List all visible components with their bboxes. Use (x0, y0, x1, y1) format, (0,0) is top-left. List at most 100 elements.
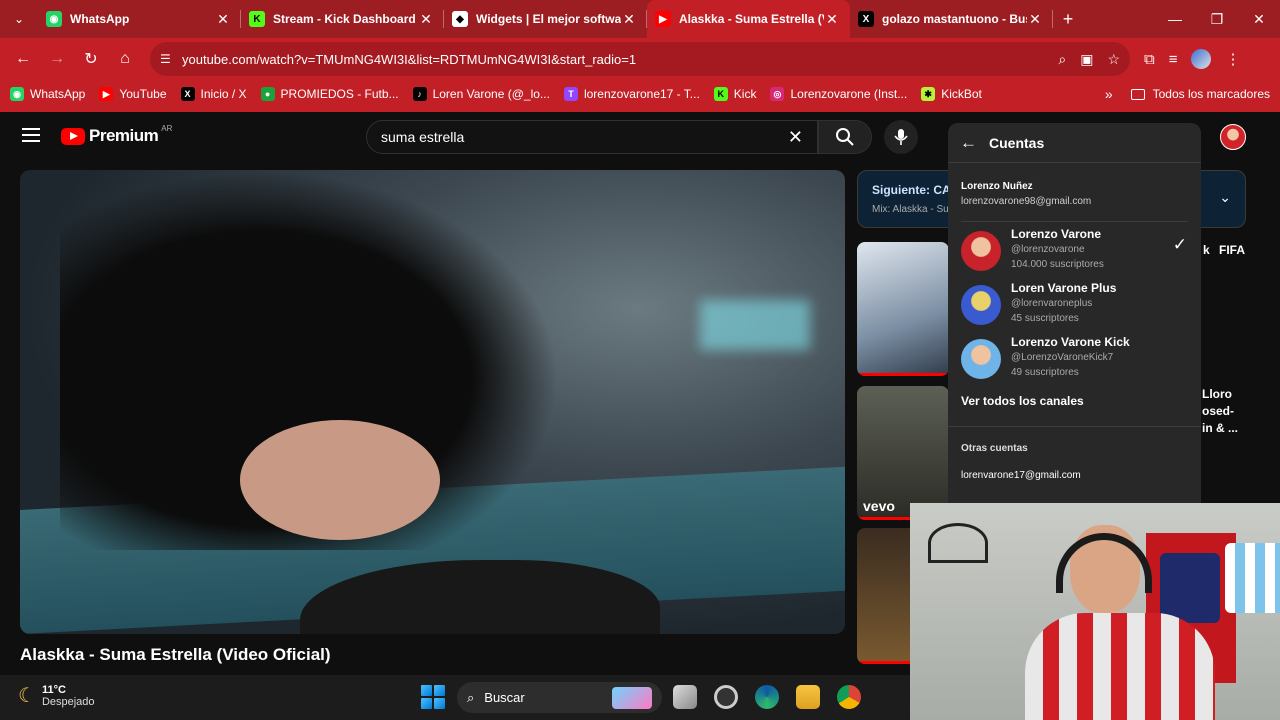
chevron-down-icon[interactable]: ⌄ (1219, 189, 1231, 206)
close-tab-icon[interactable]: ✕ (215, 11, 231, 28)
bookmark-label: Lorenzovarone (Inst... (790, 87, 908, 101)
file-explorer-icon[interactable] (796, 685, 820, 709)
bookmark-item[interactable]: Tlorenzovarone17 - T... (563, 87, 700, 101)
tab[interactable]: ◉ WhatsApp ✕ (38, 0, 241, 38)
bookmark-item[interactable]: ✱ KickBot (921, 87, 982, 101)
tab[interactable]: ◆ Widgets | El mejor software ✕ (444, 0, 647, 38)
channel-item[interactable]: Lorenzo Varone @lorenzovarone 104.000 su… (948, 227, 1201, 277)
search-button[interactable] (818, 120, 872, 154)
chrome-icon[interactable] (837, 685, 861, 709)
channel-item[interactable]: Loren Varone Plus @lorenvaroneplus 45 su… (948, 281, 1201, 331)
windows-start-icon[interactable] (421, 685, 445, 709)
bookmark-item[interactable]: ♪ Loren Varone (@_lo... (412, 87, 550, 101)
forward-icon[interactable]: → (40, 42, 74, 76)
avatar (961, 231, 1001, 271)
all-bookmarks-folder[interactable]: Todos los marcadores (1130, 87, 1270, 101)
tab-search-icon[interactable]: ⌄ (0, 0, 38, 38)
browser-toolbar: ← → ↻ ⌂ ☰ youtube.com/watch?v=TMUmNG4WI3… (0, 38, 1280, 80)
youtube-logo[interactable]: Premium AR (61, 123, 173, 146)
clear-search-icon[interactable]: ✕ (788, 127, 803, 148)
bookmark-star-icon[interactable]: ☆ (1107, 51, 1120, 68)
bookmark-item[interactable]: ▶ YouTube (99, 87, 167, 101)
close-tab-icon[interactable]: ✕ (1027, 11, 1043, 28)
weather-description: Despejado (41, 695, 95, 708)
related-title-fragment[interactable]: FIFA (1219, 243, 1245, 257)
taskbar-search-placeholder: Buscar (484, 690, 525, 705)
related-title-fragment[interactable]: Lloro (1202, 387, 1232, 401)
bookmark-label: Loren Varone (@_lo... (432, 87, 550, 101)
close-window-icon[interactable]: ✕ (1238, 0, 1280, 38)
video-player[interactable] (20, 170, 845, 634)
account-owner-name: Lorenzo Nuñez (961, 181, 1033, 192)
channel-handle: @lorenvaroneplus (1011, 298, 1093, 309)
cast-icon[interactable]: ▣ (1080, 51, 1093, 68)
windows-taskbar: ☾ 11°C Despejado ⌕ Buscar (0, 675, 910, 720)
site-info-icon[interactable]: ☰ (160, 52, 182, 66)
avatar (961, 285, 1001, 325)
channel-subscribers: 104.000 suscriptores (1011, 259, 1104, 270)
weather-widget[interactable]: ☾ 11°C Despejado (18, 683, 95, 708)
tiktok-icon: ♪ (412, 87, 427, 101)
tab-title: Widgets | El mejor software (476, 12, 621, 26)
kick-icon: K (249, 11, 265, 27)
country-code: AR (161, 123, 173, 133)
account-owner-email: lorenzovarone98@gmail.com (961, 196, 1092, 207)
taskbar-search[interactable]: ⌕ Buscar (457, 682, 662, 713)
tab[interactable]: K Stream - Kick Dashboard ✕ (241, 0, 444, 38)
address-bar[interactable]: ☰ youtube.com/watch?v=TMUmNG4WI3I&list=R… (150, 42, 1130, 76)
up-next-subtitle: Mix: Alaskka - Su (872, 204, 949, 215)
home-icon[interactable]: ⌂ (108, 42, 142, 76)
related-title-fragment[interactable]: osed- (1202, 404, 1234, 418)
maximize-icon[interactable]: ❐ (1196, 0, 1238, 38)
voice-search-button[interactable] (884, 120, 918, 154)
copilot-icon[interactable] (714, 685, 738, 709)
tab-strip: ⌄ ◉ WhatsApp ✕ K Stream - Kick Dashboard ✕ ◆ Wi… (0, 0, 1280, 38)
other-account-email[interactable]: lorenvarone17@gmail.com (961, 470, 1081, 481)
user-avatar[interactable] (1220, 124, 1246, 150)
channel-name: Lorenzo Varone Kick (1011, 335, 1130, 349)
url-text[interactable]: youtube.com/watch?v=TMUmNG4WI3I&list=RDT… (182, 52, 1058, 67)
back-icon[interactable]: ← (6, 42, 40, 76)
back-arrow-icon[interactable]: ← (960, 133, 977, 153)
zoom-icon[interactable]: ⌕ (1058, 51, 1066, 68)
reload-icon[interactable]: ↻ (74, 42, 108, 76)
chrome-menu-icon[interactable]: ⋮ (1225, 50, 1240, 68)
webcam-person-shirt (1025, 613, 1215, 720)
task-view-icon[interactable] (673, 685, 697, 709)
minimize-icon[interactable]: — (1154, 0, 1196, 38)
search-query: suma estrella (381, 129, 465, 145)
search-input[interactable]: suma estrella ✕ (366, 120, 818, 154)
video-title: Alaskka - Suma Estrella (Video Oficial) (20, 645, 331, 664)
youtube-icon: ▶ (655, 11, 671, 27)
bookmark-item[interactable]: K Kick (713, 87, 756, 101)
channel-name: Loren Varone Plus (1011, 281, 1117, 295)
media-control-icon[interactable]: ≡ (1169, 51, 1178, 68)
see-all-channels-link[interactable]: Ver todos los canales (961, 394, 1084, 408)
extensions-icon[interactable]: ⧉ (1144, 51, 1155, 68)
related-title-fragment[interactable]: in & ... (1202, 421, 1238, 435)
webcam-jersey (1160, 553, 1220, 623)
channel-item[interactable]: Lorenzo Varone Kick @LorenzoVaroneKick7 … (948, 335, 1201, 385)
profile-avatar[interactable] (1191, 49, 1212, 69)
tab[interactable]: ▶ Alaskka - Suma Estrella (Vid✕ (647, 0, 850, 38)
bookmark-item[interactable]: ◉ WhatsApp (10, 87, 85, 101)
moon-icon: ☾ (18, 685, 36, 707)
new-tab-button[interactable]: + (1053, 0, 1083, 38)
tab-title: WhatsApp (70, 12, 130, 26)
edge-icon[interactable] (755, 685, 779, 709)
more-bookmarks-icon[interactable]: » (1105, 86, 1113, 102)
twitch-icon: T (563, 87, 578, 101)
close-tab-icon[interactable]: ✕ (418, 11, 434, 28)
menu-icon[interactable] (22, 128, 40, 142)
related-video-thumbnail[interactable] (857, 242, 949, 376)
bookmark-item[interactable]: ◎ Lorenzovarone (Inst... (770, 87, 907, 101)
related-title-fragment[interactable]: k (1203, 243, 1210, 257)
bookmark-item[interactable]: ● PROMIEDOS - Futb... (260, 87, 399, 101)
divider (961, 221, 1188, 222)
close-tab-icon[interactable]: ✕ (621, 11, 637, 28)
tab[interactable]: Xgolazo mastantuono - Busca✕ (850, 0, 1053, 38)
related-video-thumbnail[interactable]: vevo (857, 386, 949, 520)
bookmark-item[interactable]: X Inicio / X (180, 87, 247, 101)
whatsapp-icon: ◉ (46, 11, 62, 27)
close-tab-icon[interactable]: ✕ (824, 11, 840, 28)
